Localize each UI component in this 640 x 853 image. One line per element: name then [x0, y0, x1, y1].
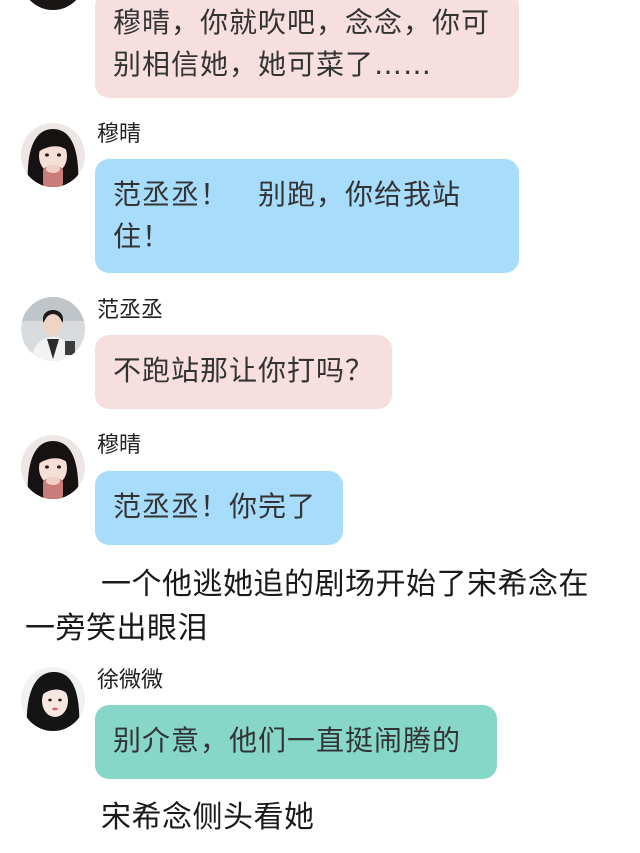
message-text: 穆晴，你就吹吧，念念，你可别相信她，她可菜了……: [113, 6, 491, 81]
message-bubble-1[interactable]: 穆晴，你就吹吧，念念，你可别相信她，她可菜了……: [95, 0, 519, 98]
sender-name: 徐微微: [97, 668, 164, 693]
message-bubble-2[interactable]: 范丞丞！ 别跑，你给我站住！: [95, 159, 519, 273]
sender-name: 穆晴: [97, 122, 142, 147]
avatar-muqing[interactable]: [21, 123, 85, 187]
avatar-xuweiwei[interactable]: [21, 667, 85, 731]
narration-paragraph: 一个他逃她追的剧场开始了宋希念在一旁笑出眼泪: [25, 567, 589, 646]
message-text: 不跑站那让你打吗？: [113, 354, 375, 387]
message-bubble-4[interactable]: 范丞丞！你完了: [95, 471, 343, 545]
narration-paragraph: 宋希念侧头看她: [101, 800, 315, 835]
message-text: 范丞丞！你完了: [113, 490, 317, 523]
message-bubble-3[interactable]: 不跑站那让你打吗？: [95, 335, 392, 409]
avatar-muqing[interactable]: [21, 435, 85, 499]
sender-name: 穆晴: [97, 433, 142, 458]
sender-name: 范丞丞: [97, 298, 164, 323]
girl-avatar-icon: [21, 435, 85, 499]
avatar-muqing-top[interactable]: [21, 0, 85, 10]
message-text: 别介意，他们一直挺闹腾的: [113, 724, 462, 757]
message-bubble-5[interactable]: 别介意，他们一直挺闹腾的: [95, 705, 497, 779]
boy-avatar-icon: [21, 297, 85, 361]
avatar-fanchengcheng[interactable]: [21, 297, 85, 361]
message-text: 范丞丞！ 别跑，你给我站住！: [113, 178, 462, 253]
girl-avatar-icon: [21, 667, 85, 731]
girl-avatar-icon: [21, 123, 85, 187]
girl-avatar-icon: [21, 0, 85, 10]
